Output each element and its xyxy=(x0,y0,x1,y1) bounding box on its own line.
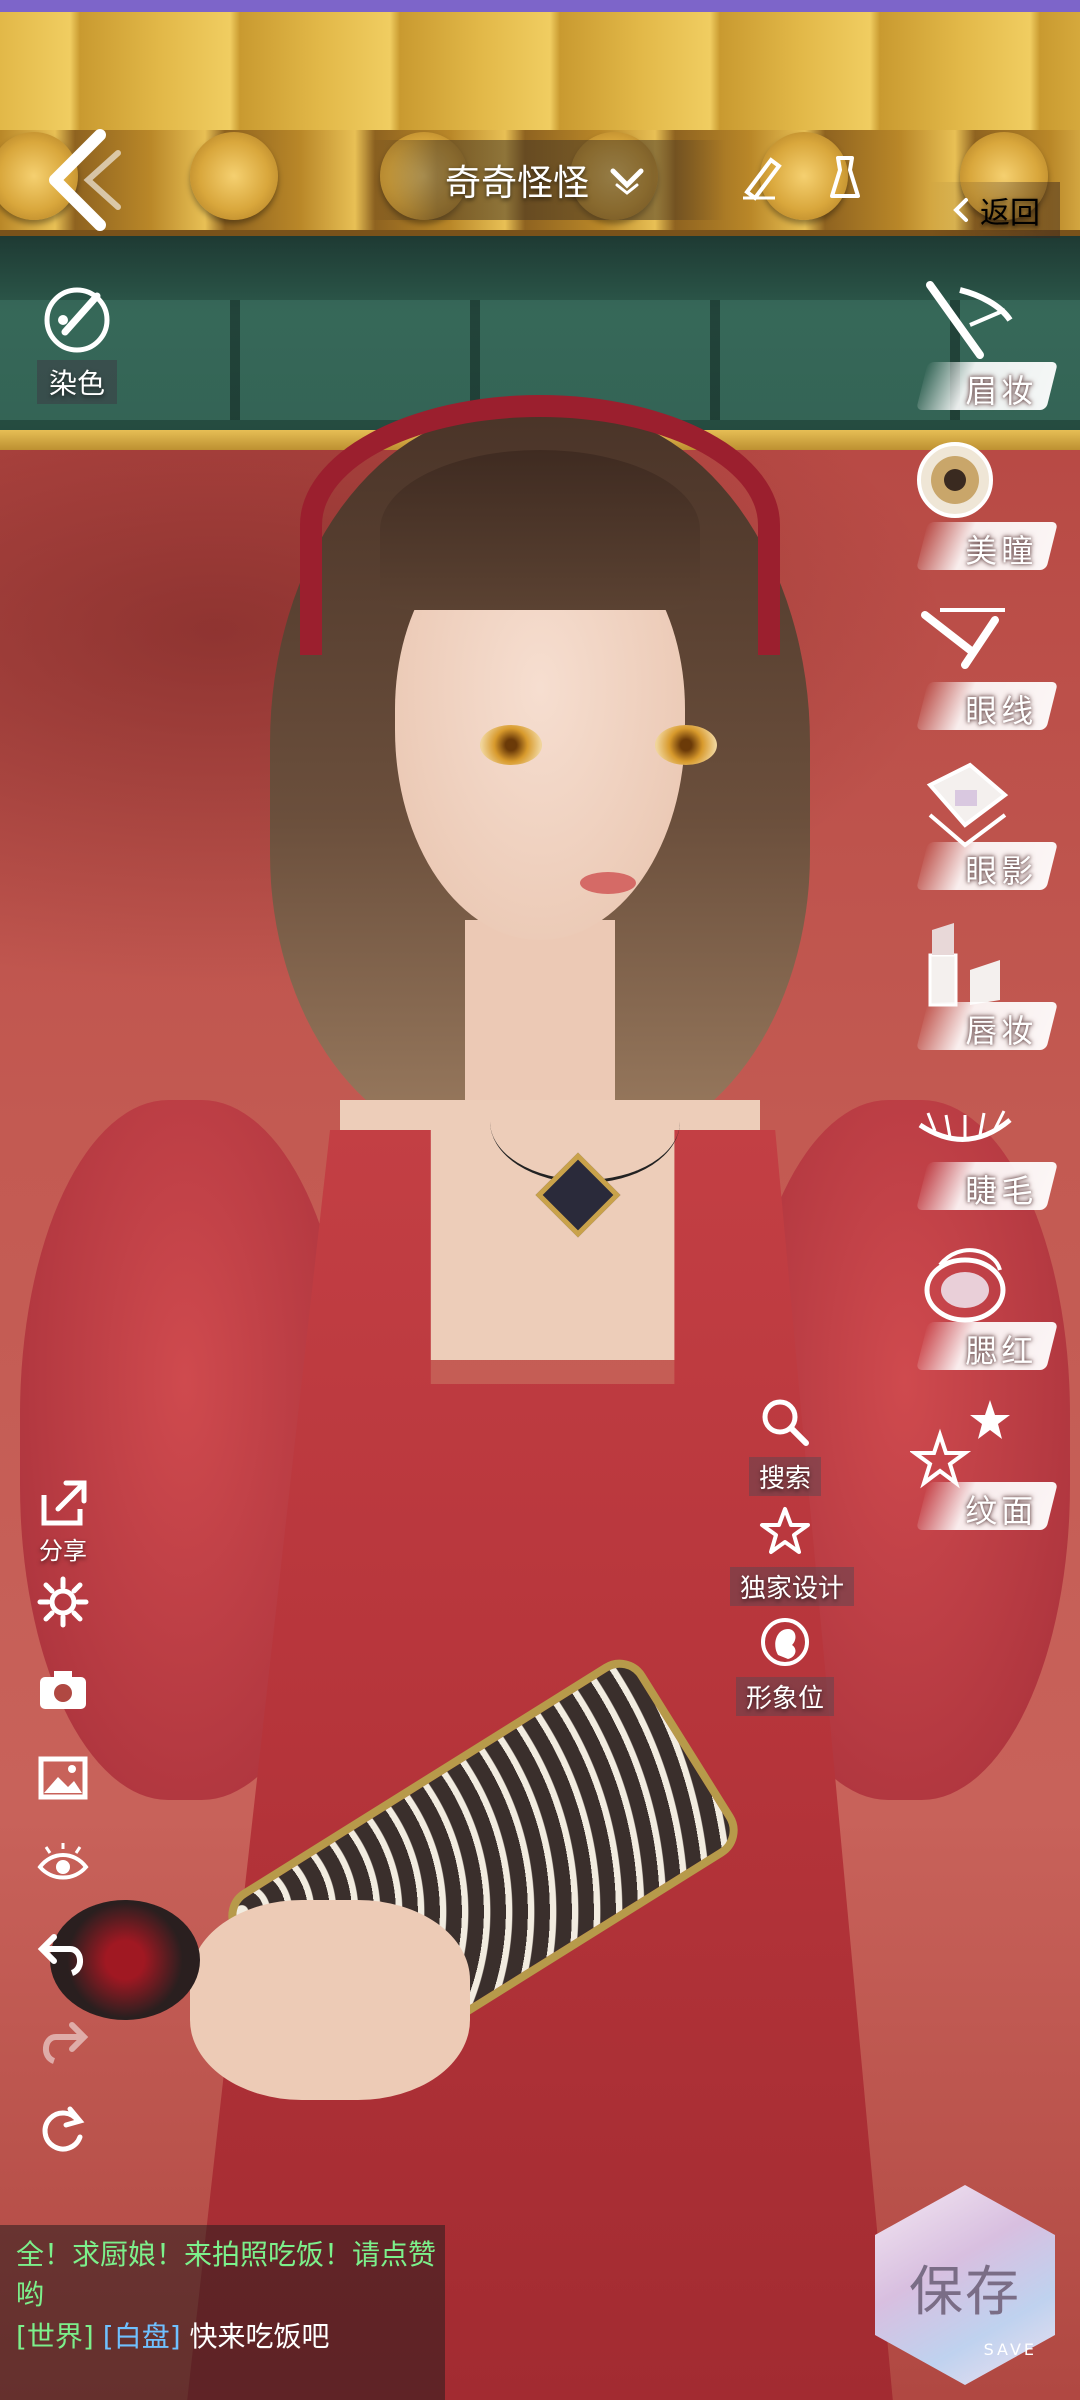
exclusive-design-button[interactable]: 独家设计 xyxy=(730,1505,855,1615)
chevron-down-icon xyxy=(610,168,644,195)
palette-brush-icon xyxy=(39,280,115,356)
eyeliner-icon xyxy=(921,608,1005,669)
chat-message-1: 全！求厨娘！来拍照吃饭！请点赞哟 xyxy=(16,2238,437,2311)
save-button[interactable]: 保存 SAVE xyxy=(875,2185,1055,2385)
redo-icon xyxy=(43,2022,89,2064)
menu-label-face-tattoo: 纹面 xyxy=(965,1492,1038,1530)
menu-item-pupil[interactable]: 美瞳 xyxy=(900,430,1060,590)
stars-icon xyxy=(910,1400,1010,1489)
chat-sender[interactable]: [白盘] xyxy=(103,2320,181,2353)
chevron-left-icon xyxy=(953,198,968,222)
roof-tiles xyxy=(0,12,1080,132)
character-headband xyxy=(300,395,780,655)
image-icon xyxy=(38,1756,88,1800)
image-slot-button[interactable]: 形象位 xyxy=(730,1615,840,1725)
menu-item-eyeshadow[interactable]: 眼影 xyxy=(900,750,1060,910)
makeup-menu: 眉妆 美瞳 眼线 眼影 唇妆 睫毛 腮红 纹面 xyxy=(900,270,1060,1550)
eyelash-icon xyxy=(918,1110,1012,1142)
menu-label-lash: 睫毛 xyxy=(965,1172,1038,1210)
chat-message-2: [世界] [白盘] 快来吃饭吧 xyxy=(16,2315,445,2359)
menu-item-lash[interactable]: 睫毛 xyxy=(900,1070,1060,1230)
character-eye-left xyxy=(480,725,542,765)
chat-text: 快来吃饭吧 xyxy=(189,2320,330,2353)
share-button[interactable]: 分享 xyxy=(28,1475,98,1575)
settings-button[interactable] xyxy=(28,1575,98,1663)
outfit-name: 奇奇怪怪 xyxy=(444,163,589,204)
menu-label-eyeshadow: 眼影 xyxy=(965,852,1038,890)
back-button[interactable] xyxy=(30,125,130,235)
menu-item-brow[interactable]: 眉妆 xyxy=(900,270,1060,430)
lipstick-icon xyxy=(928,923,1000,1007)
menu-item-eyeliner[interactable]: 眼线 xyxy=(900,590,1060,750)
menu-item-lip[interactable]: 唇妆 xyxy=(900,910,1060,1070)
edit-pencil-icon[interactable] xyxy=(735,152,785,202)
save-sublabel: SAVE xyxy=(983,2340,1037,2359)
reset-icon xyxy=(42,2106,85,2152)
hide-ui-button[interactable] xyxy=(28,1839,98,1927)
gallery-button[interactable] xyxy=(28,1751,98,1839)
share-icon xyxy=(41,1480,87,1526)
mid-tools: 搜索 独家设计 形象位 xyxy=(730,1395,855,1725)
top-strip xyxy=(0,0,1080,12)
search-button[interactable]: 搜索 xyxy=(730,1395,840,1505)
menu-label-eyeliner: 眼线 xyxy=(965,692,1038,730)
character-eye-right xyxy=(655,725,717,765)
outfit-selector[interactable]: 奇奇怪怪 xyxy=(365,140,725,220)
menu-label-brow: 眉妆 xyxy=(965,372,1038,410)
undo-icon xyxy=(37,1934,83,1976)
dress-icon[interactable] xyxy=(820,152,870,202)
contact-lens-icon xyxy=(917,442,993,518)
menu-item-face-tattoo[interactable]: 纹面 xyxy=(900,1390,1060,1550)
character-hand xyxy=(190,1900,470,2100)
share-label: 分享 xyxy=(39,1537,87,1565)
image-slot-label: 形象位 xyxy=(735,1677,834,1716)
camera-icon xyxy=(40,1671,86,1709)
gear-icon xyxy=(37,1576,89,1628)
blush-compact-icon xyxy=(924,1248,1006,1323)
menu-label-lip: 唇妆 xyxy=(965,1012,1038,1050)
chat-channel: [世界] xyxy=(16,2320,94,2353)
return-label: 返回 xyxy=(980,196,1040,231)
menu-label-blush: 腮红 xyxy=(965,1332,1038,1370)
back-arrow-icon xyxy=(49,129,121,231)
eyebrow-brush-icon xyxy=(926,281,1013,359)
camera-button[interactable] xyxy=(28,1663,98,1751)
search-label: 搜索 xyxy=(748,1457,821,1496)
reset-button[interactable] xyxy=(28,2103,98,2191)
search-icon xyxy=(762,1399,809,1446)
left-toolbar: 分享 xyxy=(28,1475,98,2191)
dye-button[interactable]: 染色 xyxy=(22,280,132,410)
exclusive-design-label: 独家设计 xyxy=(730,1567,855,1606)
profile-silhouette-icon xyxy=(761,1618,809,1666)
character-lips xyxy=(580,872,636,894)
chat-box[interactable]: 全！求厨娘！来拍照吃饭！请点赞哟 [世界] [白盘] 快来吃饭吧 xyxy=(0,2225,445,2400)
menu-label-pupil: 美瞳 xyxy=(965,532,1038,570)
redo-button[interactable] xyxy=(28,2015,98,2103)
eye-icon xyxy=(37,1843,89,1880)
menu-item-blush[interactable]: 腮红 xyxy=(900,1230,1060,1390)
dye-label: 染色 xyxy=(36,360,117,404)
eyeshadow-palette-icon xyxy=(926,762,1009,848)
undo-button[interactable] xyxy=(28,1927,98,2015)
roof-tile-end xyxy=(190,132,278,220)
save-label: 保存 xyxy=(909,2260,1021,2323)
return-button[interactable]: 返回 xyxy=(930,182,1060,238)
star-outline-icon xyxy=(760,1507,810,1554)
